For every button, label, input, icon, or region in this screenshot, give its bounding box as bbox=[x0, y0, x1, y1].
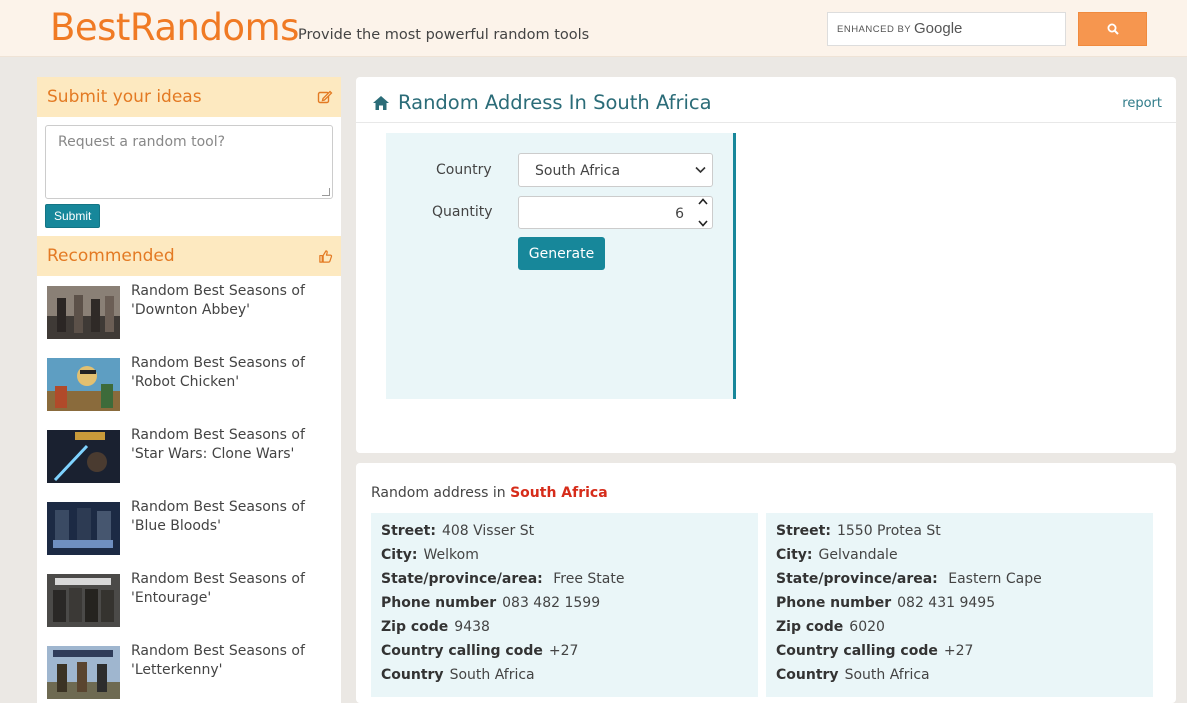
city-value: Gelvandale bbox=[818, 547, 898, 563]
list-item-title[interactable]: Random Best Seasons of 'Entourage' bbox=[131, 570, 336, 642]
country-label: Country bbox=[436, 162, 492, 178]
list-item[interactable]: Random Best Seasons of 'Robot Chicken' bbox=[47, 354, 341, 426]
report-link[interactable]: report bbox=[1122, 96, 1162, 111]
thumbs-up-icon bbox=[319, 249, 333, 263]
city-label: City: bbox=[381, 547, 418, 563]
city-value: Welkom bbox=[423, 547, 479, 563]
calling-code-label: Country calling code bbox=[381, 643, 543, 659]
state-value: Eastern Cape bbox=[948, 571, 1042, 587]
list-item[interactable]: Random Best Seasons of 'Downton Abbey' bbox=[47, 282, 341, 354]
quantity-stepper[interactable]: 6 bbox=[518, 196, 713, 229]
recommended-title: Recommended bbox=[47, 246, 175, 266]
results-title-country: South Africa bbox=[510, 485, 608, 501]
list-item[interactable]: Random Best Seasons of 'Letterkenny' bbox=[47, 642, 341, 703]
zip-value: 9438 bbox=[454, 619, 490, 635]
chevron-down-icon bbox=[695, 166, 706, 174]
address-card: Street: 1550 Protea St City: Gelvandale St… bbox=[766, 513, 1153, 697]
phone-value: 083 482 1599 bbox=[502, 595, 601, 611]
thumbnail-image bbox=[47, 502, 120, 555]
list-item[interactable]: Random Best Seasons of 'Blue Bloods' bbox=[47, 498, 341, 570]
city-label: City: bbox=[776, 547, 813, 563]
search-brand: Google bbox=[914, 20, 963, 37]
zip-label: Zip code bbox=[776, 619, 844, 635]
page-title: Random Address In South Africa bbox=[372, 91, 712, 114]
quantity-label: Quantity bbox=[432, 204, 493, 220]
state-value: Free State bbox=[553, 571, 625, 587]
calling-code-value: +27 bbox=[548, 643, 579, 659]
list-item-title[interactable]: Random Best Seasons of 'Star Wars: Clone… bbox=[131, 426, 336, 498]
street-value: 1550 Protea St bbox=[836, 523, 941, 539]
ideas-title: Submit your ideas bbox=[47, 87, 202, 107]
site-tagline: Provide the most powerful random tools bbox=[298, 27, 590, 43]
country-field-label: Country bbox=[776, 667, 839, 683]
recommended-list: Random Best Seasons of 'Downton Abbey' R… bbox=[37, 276, 341, 703]
generator-header: Random Address In South Africa report bbox=[356, 77, 1176, 123]
generator-card: Random Address In South Africa report Co… bbox=[356, 77, 1176, 453]
edit-icon bbox=[317, 90, 333, 104]
state-label: State/province/area: bbox=[381, 571, 543, 587]
country-field-label: Country bbox=[381, 667, 444, 683]
country-field-value: South Africa bbox=[449, 667, 535, 683]
list-item-title[interactable]: Random Best Seasons of 'Blue Bloods' bbox=[131, 498, 336, 570]
thumbnail-image bbox=[47, 286, 120, 339]
address-card: Street: 408 Visser St City: Welkom State/p… bbox=[371, 513, 758, 697]
idea-textarea[interactable]: Request a random tool? bbox=[45, 125, 333, 199]
chevron-down-icon[interactable] bbox=[698, 220, 708, 227]
list-item-title[interactable]: Random Best Seasons of 'Letterkenny' bbox=[131, 642, 336, 703]
street-label: Street: bbox=[776, 523, 831, 539]
thumbnail-image bbox=[47, 430, 120, 483]
list-item[interactable]: Random Best Seasons of 'Entourage' bbox=[47, 570, 341, 642]
search-icon bbox=[1107, 23, 1119, 35]
home-icon[interactable] bbox=[372, 95, 390, 111]
zip-value: 6020 bbox=[849, 619, 885, 635]
list-item-title[interactable]: Random Best Seasons of 'Robot Chicken' bbox=[131, 354, 336, 426]
generator-form: Country South Africa Quantity 6 Generate bbox=[386, 133, 736, 399]
phone-value: 082 431 9495 bbox=[897, 595, 996, 611]
street-value: 408 Visser St bbox=[441, 523, 535, 539]
ideas-header: Submit your ideas bbox=[37, 77, 341, 117]
recommended-header: Recommended bbox=[37, 236, 341, 276]
sidebar: Submit your ideas Request a random tool?… bbox=[37, 77, 341, 703]
country-field-value: South Africa bbox=[844, 667, 930, 683]
street-label: Street: bbox=[381, 523, 436, 539]
search-brand-prefix: ENHANCED BY bbox=[837, 24, 912, 35]
results-title-prefix: Random address in bbox=[371, 485, 506, 501]
calling-code-value: +27 bbox=[943, 643, 974, 659]
thumbnail-image bbox=[47, 358, 120, 411]
country-select[interactable]: South Africa bbox=[518, 153, 713, 187]
site-logo[interactable]: BestRandoms bbox=[50, 6, 299, 49]
resize-handle[interactable] bbox=[322, 188, 330, 196]
chevron-up-icon[interactable] bbox=[698, 198, 708, 205]
search-button[interactable] bbox=[1078, 12, 1147, 46]
calling-code-label: Country calling code bbox=[776, 643, 938, 659]
results-card: Random address in South Africa Street: 40… bbox=[356, 463, 1176, 703]
thumbnail-image bbox=[47, 646, 120, 699]
state-label: State/province/area: bbox=[776, 571, 938, 587]
quantity-value: 6 bbox=[675, 206, 684, 222]
zip-label: Zip code bbox=[381, 619, 449, 635]
search-input[interactable]: ENHANCED BY Google bbox=[827, 12, 1066, 46]
list-item[interactable]: Random Best Seasons of 'Star Wars: Clone… bbox=[47, 426, 341, 498]
quantity-spinner[interactable] bbox=[695, 198, 711, 227]
idea-placeholder: Request a random tool? bbox=[58, 134, 226, 150]
submit-button[interactable]: Submit bbox=[45, 204, 101, 228]
page-title-text: Random Address In South Africa bbox=[398, 91, 712, 114]
results-title: Random address in South Africa bbox=[371, 485, 608, 501]
phone-label: Phone number bbox=[776, 595, 892, 611]
thumbnail-image bbox=[47, 574, 120, 627]
country-select-value: South Africa bbox=[535, 163, 621, 179]
site-header: BestRandoms Provide the most powerful ra… bbox=[0, 0, 1187, 57]
generate-button[interactable]: Generate bbox=[518, 237, 605, 270]
list-item-title[interactable]: Random Best Seasons of 'Downton Abbey' bbox=[131, 282, 336, 354]
phone-label: Phone number bbox=[381, 595, 497, 611]
